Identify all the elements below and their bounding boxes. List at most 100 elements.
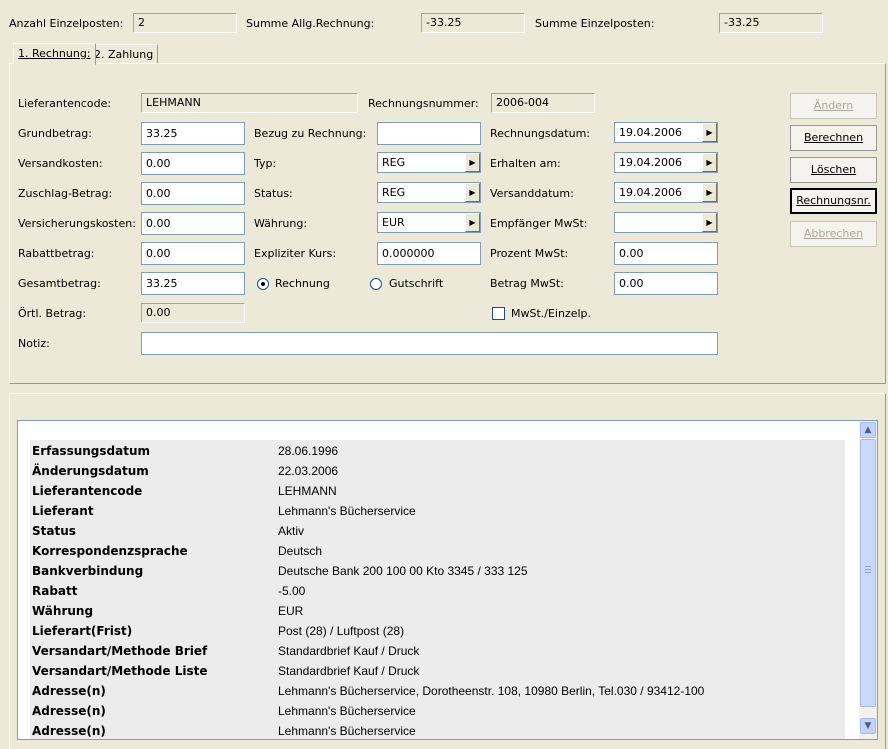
info-value: 22.03.2006: [278, 464, 339, 478]
invoice-number-button[interactable]: Rechnungsnr.: [790, 188, 877, 214]
info-key: Adresse(n): [32, 684, 106, 698]
info-row: Rabatt -5.00: [32, 581, 832, 601]
local-amount-label: Örtl. Betrag:: [18, 307, 87, 320]
info-value: Standardbrief Kauf / Druck: [278, 664, 420, 678]
ship-date-label: Versanddatum:: [490, 187, 574, 200]
tab-invoice-label: 1. Rechnung:: [18, 47, 91, 60]
ref-invoice-label: Bezug zu Rechnung:: [254, 127, 367, 140]
calculate-button[interactable]: Berechnen: [790, 125, 877, 151]
delete-button[interactable]: Löschen: [790, 157, 877, 183]
note-input[interactable]: [141, 332, 718, 355]
info-key: Lieferant: [32, 504, 94, 518]
info-row: Lieferart(Frist) Post (28) / Luftpost (28…: [32, 621, 832, 641]
vat-amount-input[interactable]: 0.00: [614, 272, 718, 295]
vat-percent-input[interactable]: 0.00: [614, 242, 718, 265]
radio-credit-label: Gutschrift: [389, 277, 444, 290]
radio-credit[interactable]: [370, 278, 382, 290]
info-row: Status Aktiv: [32, 521, 832, 541]
sum-items-label: Summe Einzelposten:: [535, 17, 655, 30]
info-value: Deutsche Bank 200 100 00 Kto 3345 / 333 …: [278, 564, 528, 578]
info-key: Erfassungsdatum: [32, 444, 151, 458]
scrollbar[interactable]: ▲ ▼: [859, 421, 877, 739]
info-key: Versandart/Methode Liste: [32, 664, 208, 678]
supplier-code-label: Lieferantencode:: [18, 97, 112, 110]
received-select[interactable]: 19.04.2006 ▶: [614, 152, 718, 173]
info-row: Versandart/Methode Brief Standardbrief Ka…: [32, 641, 832, 661]
vat-per-item-checkbox[interactable]: [492, 307, 505, 320]
explicit-rate-input[interactable]: 0.000000: [377, 242, 481, 265]
info-key: Lieferart(Frist): [32, 624, 133, 638]
info-row: Erfassungsdatum 28.06.1996: [32, 441, 832, 461]
currency-select[interactable]: EUR ▶: [377, 212, 481, 233]
recipient-vat-label: Empfänger MwSt:: [490, 217, 588, 230]
radio-invoice-label: Rechnung: [275, 277, 330, 290]
info-key: Versandart/Methode Brief: [32, 644, 208, 658]
type-select[interactable]: REG ▶: [377, 152, 481, 173]
local-amount-field: 0.00: [141, 303, 245, 323]
info-key: Änderungsdatum: [32, 464, 149, 478]
count-label: Anzahl Einzelposten:: [9, 17, 124, 30]
cancel-button[interactable]: Abbrechen: [790, 221, 877, 247]
info-value: Lehmann's Bücherservice: [278, 504, 416, 518]
info-row: Adresse(n) Lehmann's Bücherservice: [32, 721, 832, 739]
radio-invoice[interactable]: [257, 278, 269, 290]
info-key: Adresse(n): [32, 724, 106, 738]
explicit-rate-label: Expliziter Kurs:: [254, 247, 337, 260]
invoice-date-label: Rechnungsdatum:: [490, 127, 590, 140]
arrow-right-icon[interactable]: ▶: [465, 213, 480, 232]
info-value: EUR: [278, 604, 304, 618]
info-row: Lieferant Lehmann's Bücherservice: [32, 501, 832, 521]
surcharge-label: Zuschlag-Betrag:: [18, 187, 113, 200]
invoice-date-value: 19.04.2006: [619, 126, 682, 139]
info-value: Aktiv: [278, 524, 305, 538]
recipient-vat-select[interactable]: ▶: [614, 212, 718, 233]
chevron-down-icon[interactable]: ▼: [860, 718, 876, 734]
status-select[interactable]: REG ▶: [377, 182, 481, 203]
info-key: Status: [32, 524, 76, 538]
ref-invoice-input[interactable]: [377, 122, 481, 145]
info-value: Post (28) / Luftpost (28): [278, 624, 405, 638]
count-field: 2: [133, 13, 237, 33]
info-row: Korrespondenzsprache Deutsch: [32, 541, 832, 561]
info-row: Änderungsdatum 22.03.2006: [32, 461, 832, 481]
info-value: Lehmann's Bücherservice: [278, 724, 416, 738]
info-key: Adresse(n): [32, 704, 106, 718]
type-label: Typ:: [254, 157, 277, 170]
sum-items-field: -33.25: [719, 13, 823, 33]
info-value: Deutsch: [278, 544, 323, 558]
arrow-right-icon[interactable]: ▶: [702, 213, 717, 232]
currency-label: Währung:: [254, 217, 308, 230]
arrow-right-icon[interactable]: ▶: [465, 153, 480, 172]
surcharge-input[interactable]: 0.00: [141, 182, 245, 205]
received-value: 19.04.2006: [619, 156, 682, 169]
arrow-right-icon[interactable]: ▶: [702, 153, 717, 172]
info-value: Lehmann's Bücherservice, Dorotheenstr. 1…: [278, 684, 705, 698]
info-value: LEHMANN: [278, 484, 337, 498]
info-row: Währung EUR: [32, 601, 832, 621]
insurance-label: Versicherungskosten:: [18, 217, 136, 230]
arrow-right-icon[interactable]: ▶: [702, 183, 717, 202]
received-label: Erhalten am:: [490, 157, 561, 170]
supplier-info-list[interactable]: Erfassungsdatum 28.06.1996 Änderungsdatum 2…: [17, 420, 878, 740]
tab-invoice[interactable]: 1. Rechnung:: [13, 43, 96, 65]
tab-payment[interactable]: 2. Zahlung: [89, 44, 159, 64]
invoice-date-select[interactable]: 19.04.2006 ▶: [614, 122, 718, 143]
chevron-up-icon[interactable]: ▲: [860, 422, 876, 438]
supplier-code-field: LEHMANN: [141, 93, 358, 113]
total-input[interactable]: 33.25: [141, 272, 245, 295]
shipping-input[interactable]: 0.00: [141, 152, 245, 175]
base-amount-input[interactable]: 33.25: [141, 122, 245, 145]
status-label: Status:: [254, 187, 293, 200]
note-label: Notiz:: [18, 337, 50, 350]
ship-date-select[interactable]: 19.04.2006 ▶: [614, 182, 718, 203]
change-button[interactable]: Ändern: [790, 93, 877, 119]
vat-percent-label: Prozent MwSt:: [490, 247, 569, 260]
info-key: Rabatt: [32, 584, 78, 598]
arrow-right-icon[interactable]: ▶: [702, 123, 717, 142]
sum-invoice-field: -33.25: [421, 13, 525, 33]
tab-payment-label: 2. Zahlung: [94, 48, 154, 61]
scrollbar-thumb[interactable]: [860, 439, 876, 707]
arrow-right-icon[interactable]: ▶: [465, 183, 480, 202]
discount-input[interactable]: 0.00: [141, 242, 245, 265]
insurance-input[interactable]: 0.00: [141, 212, 245, 235]
